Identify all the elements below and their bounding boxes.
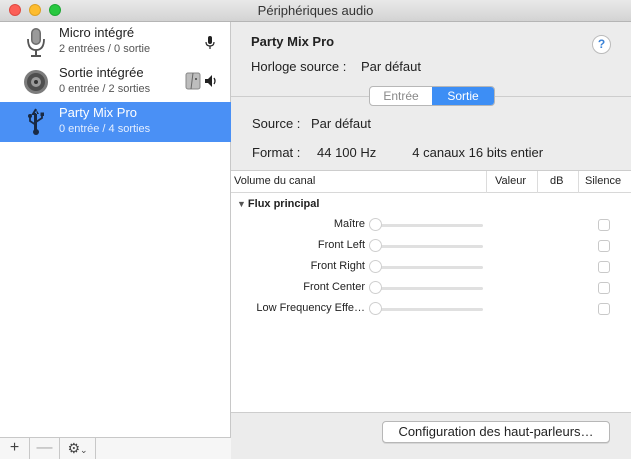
device-name: Micro intégré: [59, 25, 135, 40]
column-volume-du-canal[interactable]: Volume du canal: [231, 171, 487, 193]
channel-label: Low Frequency Effe…: [256, 302, 365, 314]
sidebar-toolbar: + — ⚙⌄: [0, 437, 231, 459]
input-output-segmented-control: Entrée Sortie: [369, 86, 495, 106]
title-bar: Périphériques audio: [0, 0, 631, 22]
volume-slider-track[interactable]: [378, 308, 483, 311]
microphone-icon: [22, 26, 50, 58]
volume-slider-knob[interactable]: [369, 260, 382, 273]
volume-slider-track[interactable]: [378, 224, 483, 227]
gear-menu-button[interactable]: ⚙⌄: [60, 438, 96, 459]
add-device-button[interactable]: +: [0, 438, 30, 459]
volume-slider-knob[interactable]: [369, 239, 382, 252]
chevron-down-icon: ⌄: [80, 445, 88, 455]
column-silence[interactable]: Silence: [579, 171, 631, 193]
device-list: Micro intégré 2 entrées / 0 sortie Sorti…: [0, 22, 231, 459]
window-title: Périphériques audio: [257, 3, 374, 18]
clock-source-row: Horloge source : Par défaut: [251, 59, 421, 74]
tab-entree[interactable]: Entrée: [370, 87, 432, 105]
source-value[interactable]: Par défaut: [311, 116, 371, 131]
format-channels[interactable]: 4 canaux 16 bits entier: [412, 145, 543, 160]
table-header: Volume du canal Valeur dB Silence: [231, 171, 631, 193]
table-row: Front Left: [231, 235, 631, 256]
volume-slider-knob[interactable]: [369, 218, 382, 231]
mute-checkbox[interactable]: [598, 282, 610, 294]
device-name: Sortie intégrée: [59, 65, 144, 80]
channel-label: Front Left: [317, 239, 365, 251]
help-icon: ?: [597, 37, 606, 51]
device-item-sortie-integree[interactable]: Sortie intégrée 0 entrée / 2 sorties: [0, 62, 231, 102]
configure-speakers-button[interactable]: Configuration des haut-parleurs…: [382, 421, 610, 443]
mute-checkbox[interactable]: [598, 261, 610, 273]
channel-label: Front Center: [303, 281, 365, 293]
format-row: Format : 44 100 Hz 4 canaux 16 bits entier: [252, 145, 543, 160]
source-row: Source : Par défaut: [252, 116, 371, 131]
channel-label: Front Right: [310, 260, 365, 272]
tab-sortie[interactable]: Sortie: [432, 87, 494, 105]
device-name: Party Mix Pro: [59, 105, 138, 120]
finder-icon: [185, 72, 201, 93]
device-item-micro-integre[interactable]: Micro intégré 2 entrées / 0 sortie: [0, 22, 231, 62]
clock-source-label: Horloge source :: [251, 59, 347, 74]
disclosure-triangle-icon[interactable]: ▼: [237, 199, 246, 209]
input-mic-icon: [205, 36, 215, 53]
device-item-party-mix-pro[interactable]: Party Mix Pro 0 entrée / 4 sorties: [0, 102, 231, 142]
volume-slider-track[interactable]: [378, 245, 483, 248]
usb-icon: [22, 106, 50, 138]
help-button[interactable]: ?: [592, 35, 611, 54]
channel-label: Maître: [333, 218, 365, 230]
group-label: Flux principal: [247, 198, 320, 210]
device-io-count: 0 entrée / 4 sorties: [59, 123, 151, 135]
channel-volume-table: Volume du canal Valeur dB Silence ▼ Flux …: [231, 170, 631, 413]
output-speaker-icon: [204, 74, 218, 91]
device-io-count: 0 entrée / 2 sorties: [59, 83, 151, 95]
clock-source-value[interactable]: Par défaut: [361, 59, 421, 74]
volume-slider-track[interactable]: [378, 287, 483, 290]
gear-icon: ⚙: [67, 440, 80, 456]
volume-slider-knob[interactable]: [369, 281, 382, 294]
volume-slider-knob[interactable]: [369, 302, 382, 315]
speaker-icon: [22, 66, 50, 98]
format-label: Format :: [252, 145, 301, 160]
table-row: Maître: [231, 214, 631, 235]
mute-checkbox[interactable]: [598, 219, 610, 231]
column-db[interactable]: dB: [538, 171, 579, 193]
mute-checkbox[interactable]: [598, 240, 610, 252]
table-row: Front Right: [231, 256, 631, 277]
format-rate[interactable]: 44 100 Hz: [317, 145, 376, 160]
mute-checkbox[interactable]: [598, 303, 610, 315]
remove-device-button[interactable]: —: [30, 438, 60, 459]
volume-slider-track[interactable]: [378, 266, 483, 269]
column-valeur[interactable]: Valeur: [487, 171, 538, 193]
source-label: Source :: [252, 116, 301, 131]
table-row: Front Center: [231, 277, 631, 298]
table-row: Low Frequency Effe…: [231, 298, 631, 319]
device-io-count: 2 entrées / 0 sortie: [59, 43, 151, 55]
device-title: Party Mix Pro: [251, 34, 335, 49]
group-flux-principal[interactable]: ▼ Flux principal: [237, 198, 319, 210]
